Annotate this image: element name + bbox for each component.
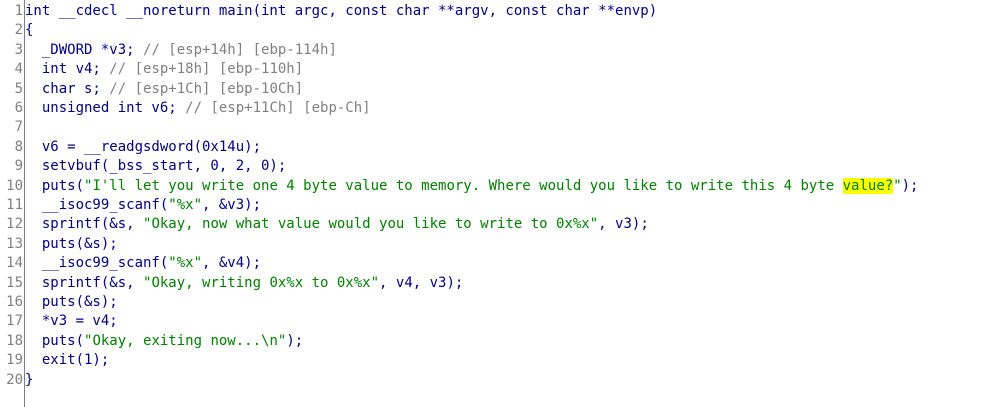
code-line[interactable]: 18 puts("Okay, exiting now...\n"); [0, 332, 993, 351]
code-string: value? [842, 177, 894, 194]
line-number: 17 [6, 313, 23, 330]
code-string: "Okay, writing 0x%x to 0x%x" [143, 274, 380, 291]
code-comment: // [esp+14h] [ebp-114h] [143, 41, 337, 58]
line-number: 5 [14, 80, 23, 97]
code-token: unsigned int v6; [25, 100, 186, 116]
code-line[interactable]: 17 *v3 = v4; [0, 312, 993, 331]
code-text: puts("I'll let you write one 4 byte valu… [25, 177, 918, 196]
line-number: 11 [6, 197, 23, 213]
code-comment: // [esp+18h] [ebp-110h] [109, 61, 304, 78]
code-line[interactable]: 10 puts("I'll let you write one 4 byte v… [0, 177, 993, 196]
line-number: 1 [14, 3, 23, 19]
code-text: _DWORD *v3; // [esp+14h] [ebp-114h] [25, 41, 337, 60]
code-token: __isoc99_scanf( [25, 255, 169, 272]
line-number: 20 [6, 371, 23, 388]
line-number: 6 [14, 100, 23, 116]
code-text: sprintf(&s, "Okay, now what value would … [25, 215, 649, 234]
code-text: v6 = __readgsdword(0x14u); [25, 138, 261, 157]
code-token: char s; [25, 80, 110, 97]
code-line[interactable]: 19 exit(1); [0, 351, 993, 370]
code-string: " [893, 177, 902, 194]
code-token: , v3); [598, 216, 649, 233]
line-number: 13 [6, 235, 23, 252]
code-token: puts(&s); [25, 235, 118, 252]
code-token: v6 = __readgsdword(0x14u); [25, 138, 262, 155]
line-number: 19 [6, 352, 23, 369]
code-text: __isoc99_scanf("%x", &v4); [25, 254, 261, 273]
code-text: puts(&s); [25, 235, 118, 254]
pseudocode-view[interactable]: 1 int __cdecl __noreturn main(int argc, c… [0, 0, 993, 407]
code-string: "Okay, exiting now...\n" [84, 332, 287, 349]
code-text: int v4; // [esp+18h] [ebp-110h] [25, 60, 303, 79]
code-string: "%x" [168, 255, 203, 272]
line-number: 7 [14, 119, 23, 136]
code-token: _DWORD *v3; [25, 41, 144, 58]
code-text: puts(&s); [25, 293, 118, 312]
line-number: 8 [14, 138, 23, 155]
line-number: 15 [6, 274, 23, 291]
code-string: "I'll let you write one 4 byte value to … [84, 177, 843, 194]
code-comment: // [esp+11Ch] [ebp-Ch] [185, 100, 371, 116]
code-line[interactable]: 3 _DWORD *v3; // [esp+14h] [ebp-114h] [0, 41, 993, 60]
code-token: , &v4); [202, 255, 262, 272]
line-number: 16 [6, 294, 23, 310]
code-token: setvbuf(_bss_start, 0, 2, 0); [25, 158, 287, 175]
code-line[interactable]: 11 __isoc99_scanf("%x", &v3); [0, 196, 993, 215]
code-line[interactable]: 1 int __cdecl __noreturn main(int argc, c… [0, 2, 993, 21]
code-token: puts( [25, 332, 85, 349]
code-token: } [25, 371, 34, 388]
code-token: puts(&s); [25, 294, 118, 310]
code-string: "%x" [168, 197, 203, 213]
code-line[interactable]: 4 int v4; // [esp+18h] [ebp-110h] [0, 60, 993, 79]
code-line[interactable]: 20} [0, 371, 993, 390]
code-token: int v4; [25, 61, 110, 78]
code-text: *v3 = v4; [25, 312, 118, 331]
code-token: ); [901, 177, 919, 194]
code-line[interactable]: 5 char s; // [esp+1Ch] [ebp-10Ch] [0, 80, 993, 99]
code-line[interactable]: 14 __isoc99_scanf("%x", &v4); [0, 254, 993, 273]
code-token: sprintf(&s, [25, 274, 144, 291]
code-token: exit(1); [25, 352, 110, 369]
code-line[interactable]: 2{ [0, 21, 993, 40]
code-token: { [25, 22, 34, 39]
code-token: *v3 = v4; [25, 313, 118, 330]
code-token: , v4, v3); [379, 274, 464, 291]
line-number: 10 [6, 177, 23, 194]
line-number: 18 [6, 332, 23, 349]
code-text: __isoc99_scanf("%x", &v3); [25, 196, 261, 215]
line-number: 4 [14, 61, 23, 78]
code-line[interactable]: 9 setvbuf(_bss_start, 0, 2, 0); [0, 157, 993, 176]
code-token: int __cdecl __noreturn main(int argc, co… [25, 3, 658, 19]
code-line[interactable]: 7 [0, 118, 993, 137]
code-text: int __cdecl __noreturn main(int argc, co… [25, 2, 657, 21]
code-token: puts( [25, 177, 85, 194]
line-number: 2 [14, 22, 23, 39]
code-token: ); [286, 332, 304, 349]
code-line[interactable]: 16 puts(&s); [0, 293, 993, 312]
code-text: char s; // [esp+1Ch] [ebp-10Ch] [25, 80, 303, 99]
code-string: "Okay, now what value would you like to … [143, 216, 599, 233]
code-token: __isoc99_scanf( [25, 197, 169, 213]
code-line[interactable]: 8 v6 = __readgsdword(0x14u); [0, 138, 993, 157]
line-number: 3 [14, 41, 23, 58]
line-number: 14 [6, 255, 23, 272]
code-token: , &v3); [202, 197, 262, 213]
code-text: sprintf(&s, "Okay, writing 0x%x to 0x%x"… [25, 274, 463, 293]
code-text: { [25, 21, 33, 40]
code-comment: // [esp+1Ch] [ebp-10Ch] [109, 80, 304, 97]
code-text: } [25, 371, 33, 390]
line-number: 12 [6, 216, 23, 233]
code-line[interactable]: 13 puts(&s); [0, 235, 993, 254]
code-text: exit(1); [25, 351, 109, 370]
line-number: 9 [14, 158, 23, 175]
code-text: unsigned int v6; // [esp+11Ch] [ebp-Ch] [25, 99, 371, 118]
code-token: sprintf(&s, [25, 216, 144, 233]
code-line[interactable]: 15 sprintf(&s, "Okay, writing 0x%x to 0x… [0, 274, 993, 293]
code-text: setvbuf(_bss_start, 0, 2, 0); [25, 157, 286, 176]
code-line[interactable]: 6 unsigned int v6; // [esp+11Ch] [ebp-Ch… [0, 99, 993, 118]
code-text: puts("Okay, exiting now...\n"); [25, 332, 303, 351]
code-line[interactable]: 12 sprintf(&s, "Okay, now what value wou… [0, 215, 993, 234]
